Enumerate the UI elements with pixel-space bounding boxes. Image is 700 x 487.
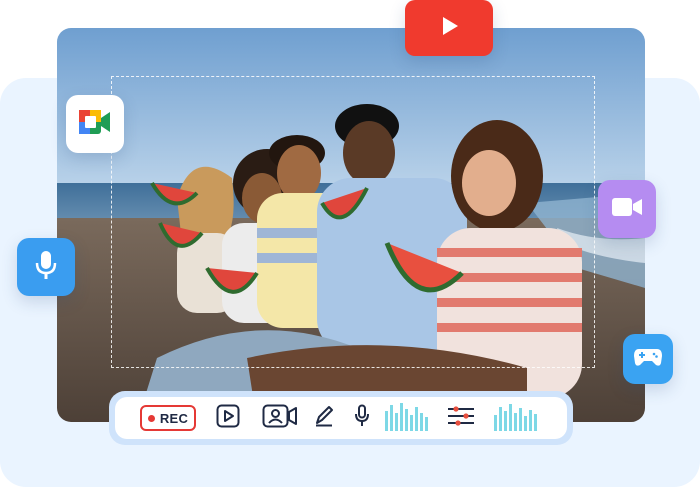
gamepad-icon — [633, 346, 663, 373]
play-button[interactable] — [213, 403, 243, 433]
microphone-card — [17, 238, 75, 296]
record-button[interactable]: REC — [140, 405, 196, 431]
settings-sliders-icon — [447, 404, 475, 433]
microphone-icon — [33, 249, 59, 286]
play-icon — [216, 404, 240, 433]
youtube-card — [405, 0, 493, 56]
webcam-button[interactable] — [260, 403, 300, 433]
audio-levels-indicator-2 — [492, 403, 540, 433]
gamepad-card — [623, 334, 673, 384]
google-meet-icon — [77, 106, 113, 143]
audio-levels-indicator — [383, 401, 431, 436]
record-dot-icon — [147, 414, 155, 422]
pen-button[interactable] — [311, 403, 337, 433]
microphone-button[interactable] — [351, 403, 373, 433]
toolbar-inner: REC — [115, 397, 567, 439]
settings-sliders-button[interactable] — [446, 403, 476, 433]
webcam-icon — [262, 404, 298, 433]
audio-levels-icon — [493, 401, 539, 436]
recorder-toolbar: REC — [109, 391, 573, 445]
audio-levels-icon — [384, 401, 430, 436]
google-meet-card — [66, 95, 124, 153]
microphone-icon — [354, 404, 370, 433]
youtube-icon — [435, 12, 463, 45]
record-label: REC — [159, 410, 189, 426]
video-camera-icon — [611, 196, 643, 223]
capture-region-selection[interactable] — [111, 76, 595, 368]
pen-icon — [314, 405, 334, 432]
video-camera-card — [598, 180, 656, 238]
